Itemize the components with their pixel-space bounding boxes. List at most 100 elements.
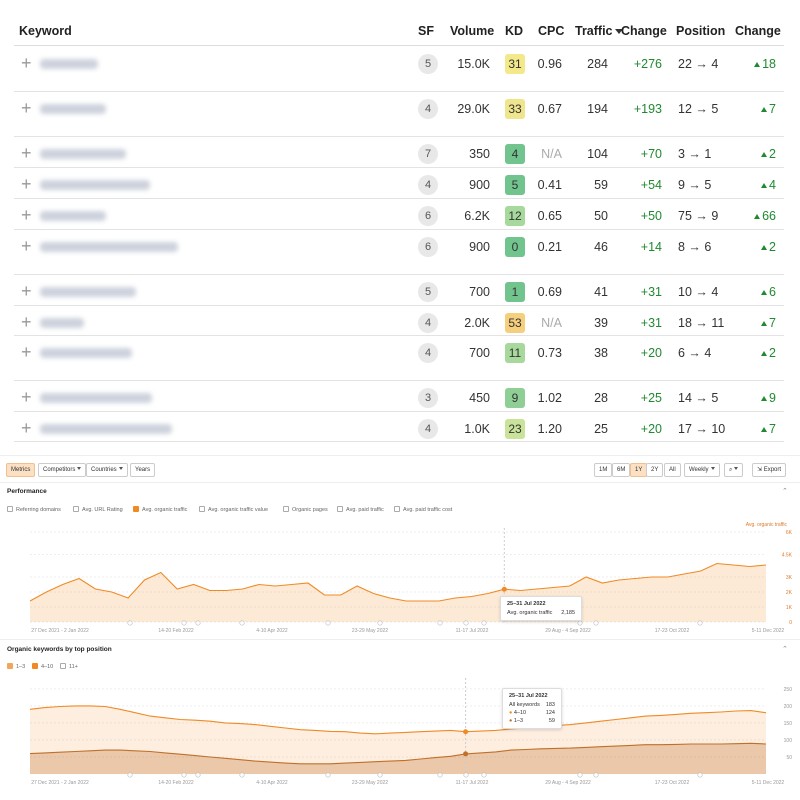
col-position[interactable]: Position — [676, 24, 725, 38]
event-marker-icon[interactable] — [577, 620, 583, 626]
checkbox-2[interactable]: 11+ — [60, 663, 78, 670]
checkbox-3[interactable]: Avg. organic traffic value — [199, 506, 268, 513]
checkbox-1[interactable]: Avg. URL Rating — [73, 506, 123, 513]
event-marker-icon[interactable] — [181, 772, 187, 778]
range-button-1y[interactable]: 1Y — [630, 463, 648, 477]
table-row[interactable]: +4 2.0K 53 N/A 39 +31 18 → 11 7 — [14, 306, 784, 336]
range-button-1m[interactable]: 1M — [594, 463, 613, 477]
col-change[interactable]: Change — [621, 24, 667, 38]
add-keyword-icon[interactable]: + — [21, 54, 32, 72]
sf-badge[interactable]: 4 — [418, 99, 438, 119]
event-marker-icon[interactable] — [195, 620, 201, 626]
add-keyword-icon[interactable]: + — [21, 144, 32, 162]
hover-point[interactable] — [463, 751, 469, 757]
event-marker-icon[interactable] — [325, 772, 331, 778]
checkbox-5[interactable]: Avg. paid traffic — [337, 506, 384, 513]
sf-badge[interactable]: 4 — [418, 175, 438, 195]
add-keyword-icon[interactable]: + — [21, 343, 32, 361]
event-marker-icon[interactable] — [463, 620, 469, 626]
add-keyword-icon[interactable]: + — [21, 419, 32, 437]
chevron-up-icon[interactable]: ⌃ — [782, 645, 788, 653]
years-button[interactable]: Years — [130, 463, 156, 477]
chevron-up-icon[interactable]: ⌃ — [782, 487, 788, 495]
event-marker-icon[interactable] — [697, 772, 703, 778]
add-keyword-icon[interactable]: + — [21, 99, 32, 117]
table-row[interactable]: +4 900 5 0.41 59 +54 9 → 54 — [14, 168, 784, 199]
interval-dropdown[interactable]: Weekly — [684, 463, 720, 477]
checkbox-2[interactable]: Avg. organic traffic — [133, 506, 187, 513]
table-row[interactable]: +6 6.2K 12 0.65 50 +50 75 → 9 66 — [14, 199, 784, 230]
checkbox-icon[interactable] — [394, 506, 400, 512]
checkbox-icon[interactable] — [60, 663, 66, 669]
hover-point[interactable] — [501, 586, 507, 592]
add-keyword-icon[interactable]: + — [21, 206, 32, 224]
event-marker-icon[interactable] — [239, 772, 245, 778]
checkbox-1[interactable]: 4–10 — [32, 663, 53, 670]
event-marker-icon[interactable] — [593, 620, 599, 626]
add-keyword-icon[interactable]: + — [21, 388, 32, 406]
sf-badge[interactable]: 4 — [418, 313, 438, 333]
event-marker-icon[interactable] — [577, 772, 583, 778]
event-marker-icon[interactable] — [593, 772, 599, 778]
keyword-blurred[interactable] — [40, 242, 178, 252]
sf-badge[interactable]: 6 — [418, 237, 438, 257]
checkbox-icon[interactable] — [337, 506, 343, 512]
event-marker-icon[interactable] — [239, 620, 245, 626]
keyword-blurred[interactable] — [40, 59, 98, 69]
keyword-blurred[interactable] — [40, 318, 84, 328]
checkbox-6[interactable]: Avg. paid traffic cost — [394, 506, 452, 513]
checkbox-icon[interactable] — [7, 663, 13, 669]
col-keyword[interactable]: Keyword — [19, 24, 72, 38]
event-marker-icon[interactable] — [325, 620, 331, 626]
sf-badge[interactable]: 5 — [418, 54, 438, 74]
event-marker-icon[interactable] — [377, 772, 383, 778]
keyword-blurred[interactable] — [40, 149, 126, 159]
event-marker-icon[interactable] — [377, 620, 383, 626]
range-button-2y[interactable]: 2Y — [646, 463, 664, 477]
checkbox-4[interactable]: Organic pages — [283, 506, 328, 513]
sf-badge[interactable]: 3 — [418, 388, 438, 408]
col-kd[interactable]: KD — [505, 24, 523, 38]
table-row[interactable]: +4 700 11 0.73 38 +20 6 → 4 2 — [14, 336, 784, 381]
event-marker-icon[interactable] — [127, 620, 133, 626]
keyword-blurred[interactable] — [40, 104, 106, 114]
checkbox-icon[interactable] — [32, 663, 38, 669]
metrics-tab[interactable]: Metrics — [6, 463, 36, 477]
range-button-all[interactable]: All — [664, 463, 681, 477]
sf-badge[interactable]: 6 — [418, 206, 438, 226]
event-marker-icon[interactable] — [697, 620, 703, 626]
keyword-blurred[interactable] — [40, 180, 150, 190]
checkbox-icon[interactable] — [199, 506, 205, 512]
add-keyword-icon[interactable]: + — [21, 313, 32, 331]
event-marker-icon[interactable] — [127, 772, 133, 778]
range-button-6m[interactable]: 6M — [612, 463, 631, 477]
event-marker-icon[interactable] — [437, 772, 443, 778]
add-keyword-icon[interactable]: + — [21, 282, 32, 300]
event-marker-icon[interactable] — [181, 620, 187, 626]
table-row[interactable]: +7 350 4 N/A 104 +70 3 → 1 2 — [14, 137, 784, 168]
sf-badge[interactable]: 4 — [418, 343, 438, 363]
export-button[interactable]: ⇲ Export — [752, 463, 787, 477]
sf-badge[interactable]: 7 — [418, 144, 438, 164]
checkbox-0[interactable]: Referring domains — [7, 506, 61, 513]
col-cpc[interactable]: CPC — [538, 24, 564, 38]
event-marker-icon[interactable] — [481, 620, 487, 626]
keyword-blurred[interactable] — [40, 211, 106, 221]
col-sf[interactable]: SF — [418, 24, 434, 38]
keyword-blurred[interactable] — [40, 424, 172, 434]
event-marker-icon[interactable] — [195, 772, 201, 778]
countries-dropdown[interactable]: Countries — [86, 463, 128, 477]
checkbox-icon[interactable] — [133, 506, 139, 512]
table-row[interactable]: +5 15.0K 31 0.96 284 +276 22 → 4 18 — [14, 47, 784, 92]
checkbox-icon[interactable] — [283, 506, 289, 512]
event-marker-icon[interactable] — [463, 772, 469, 778]
table-row[interactable]: +6 900 0 0.21 46 +14 8 → 6 2 — [14, 230, 784, 275]
add-keyword-icon[interactable]: + — [21, 237, 32, 255]
event-marker-icon[interactable] — [437, 620, 443, 626]
keyword-blurred[interactable] — [40, 348, 132, 358]
table-row[interactable]: +4 1.0K 23 1.20 25 +20 17 → 10 7 — [14, 412, 784, 442]
checkbox-icon[interactable] — [7, 506, 13, 512]
keyword-blurred[interactable] — [40, 287, 136, 297]
annotations-dropdown[interactable]: ⌕ — [724, 463, 744, 477]
table-row[interactable]: +4 29.0K 33 0.67 194 +193 12 → 5 7 — [14, 92, 784, 137]
